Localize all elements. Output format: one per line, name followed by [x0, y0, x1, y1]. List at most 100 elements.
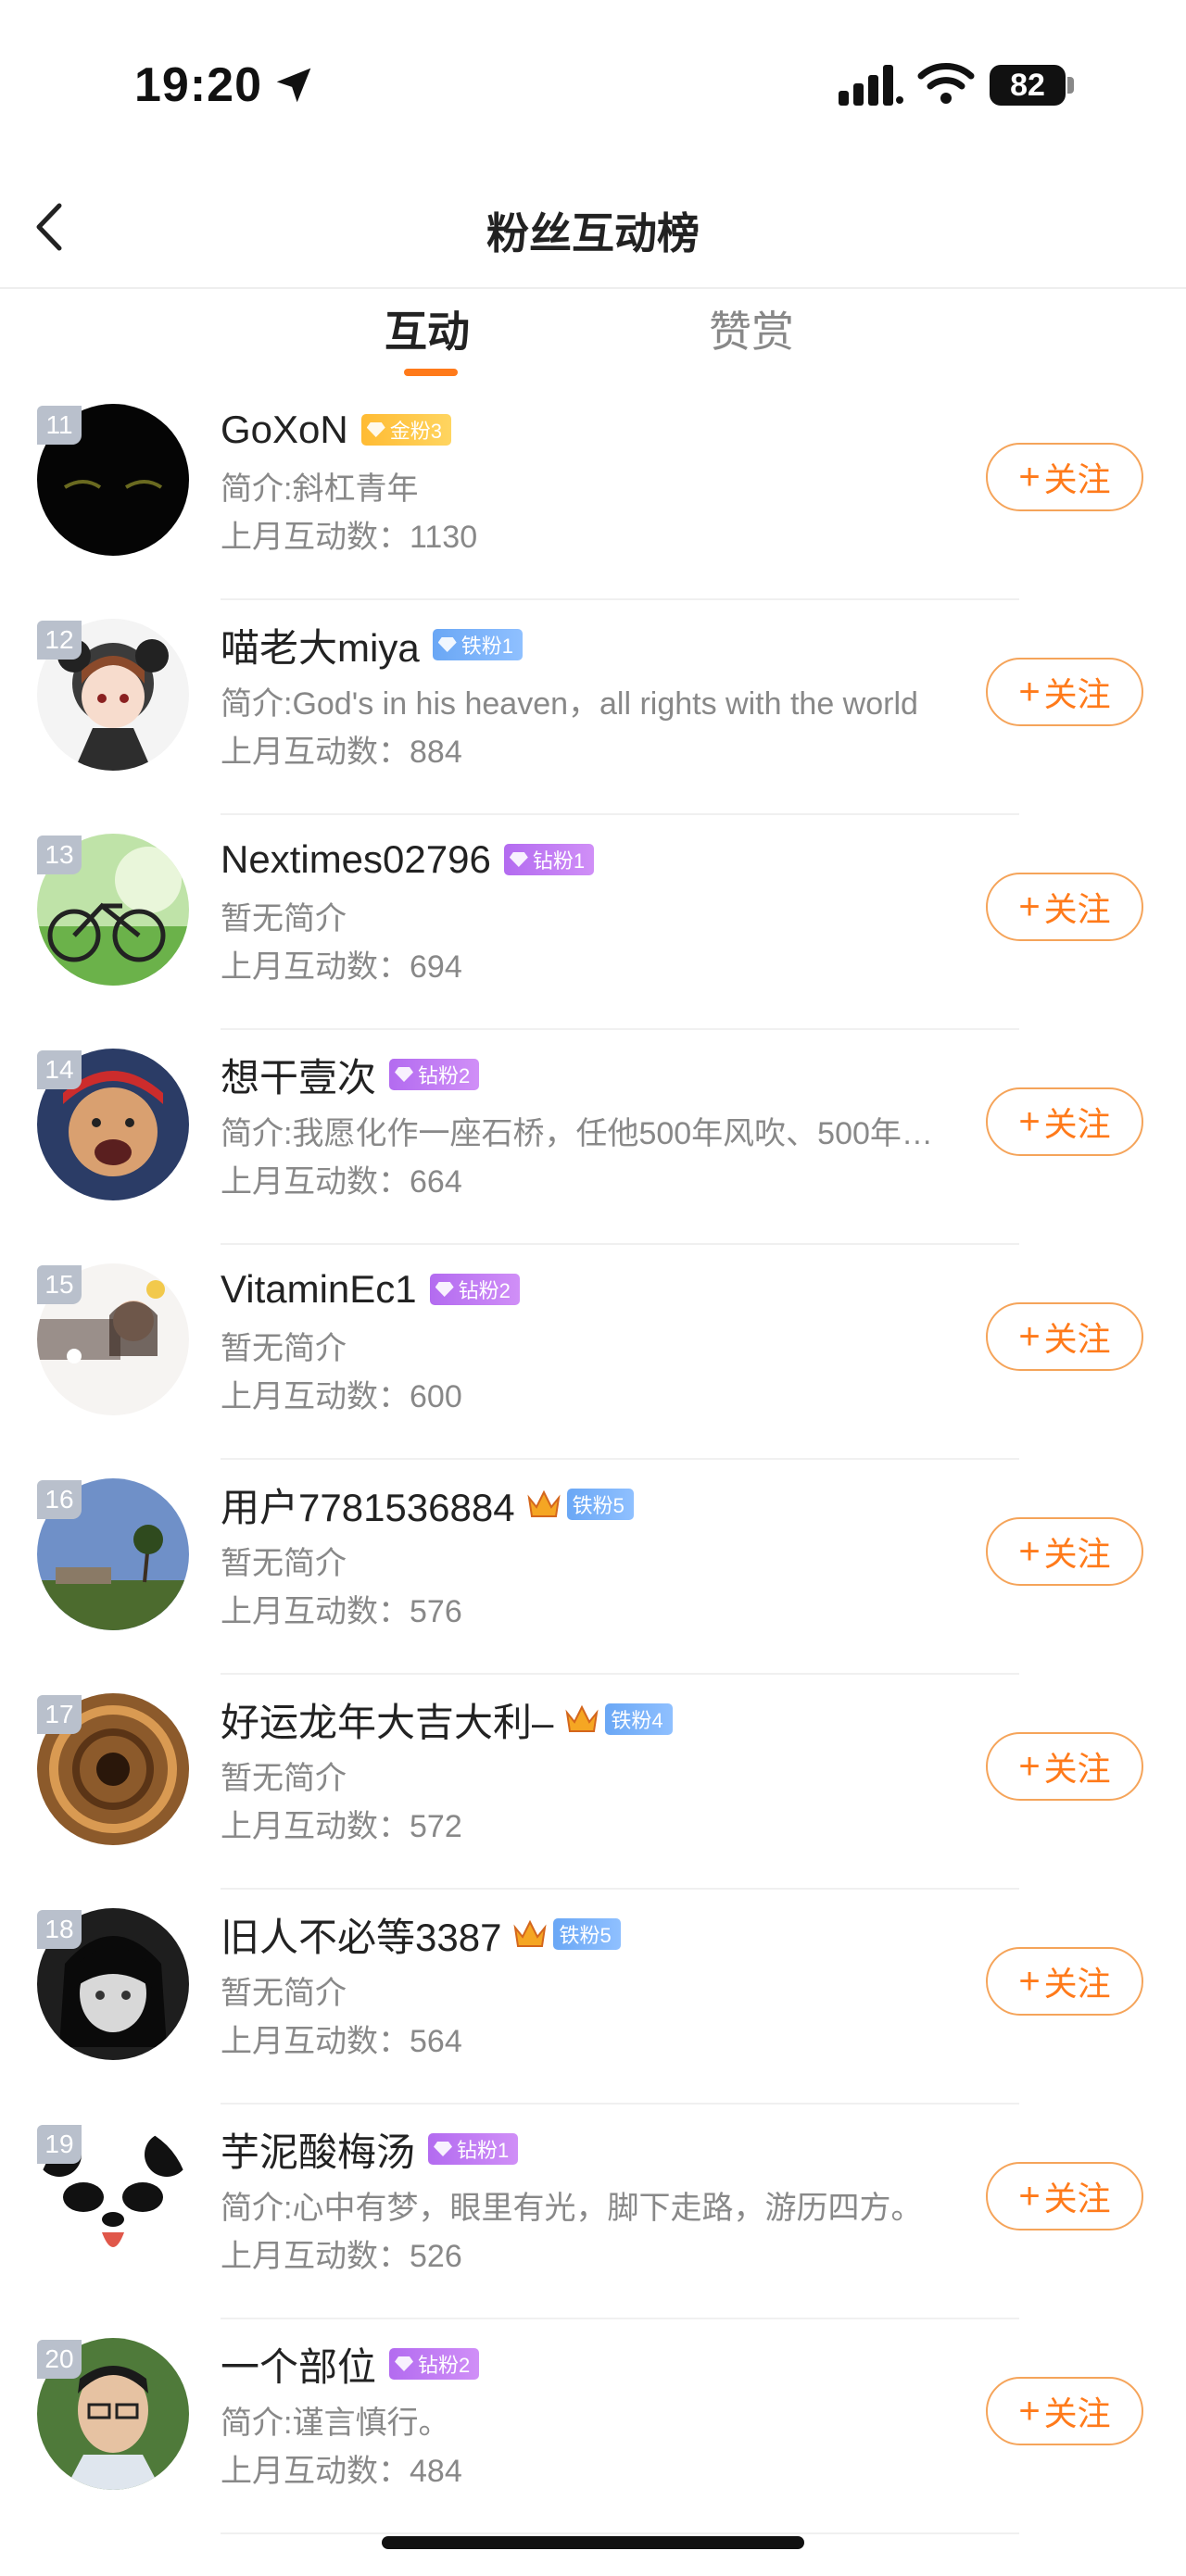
plus-icon: + — [1018, 672, 1041, 712]
follow-button[interactable]: + 关注 — [986, 443, 1143, 511]
follow-button[interactable]: + 关注 — [986, 1517, 1143, 1586]
cellular-signal-icon — [839, 65, 903, 106]
list-item[interactable]: 14 想干壹次 钻粉2 简介:我愿化作一座石桥，任他500年风吹、500年雨打 … — [0, 1030, 1186, 1245]
name-line: 用户7781536884 铁粉5 — [221, 1476, 634, 1532]
follow-label: 关注 — [1043, 2394, 1111, 2432]
gem-icon — [437, 637, 457, 652]
list-item[interactable]: 17 好运龙年大吉大利– 铁粉4 暂无简介 上月互动数：572 + 关注 — [0, 1675, 1186, 1890]
username[interactable]: 用户7781536884 — [221, 1476, 515, 1533]
interaction-count: 上月互动数：664 — [221, 1164, 462, 1200]
follow-button[interactable]: + 关注 — [986, 1732, 1143, 1801]
badge-label: 金粉3 — [389, 420, 442, 443]
tab-interaction[interactable]: 互动 — [385, 298, 470, 359]
list-item[interactable]: 15 VitaminEc1 钻粉2 暂无简介 上月互动数：600 + 关注 — [0, 1245, 1186, 1460]
name-line: GoXoN 金粉3 — [221, 402, 451, 458]
list-item[interactable]: 18 旧人不必等3387 铁粉5 暂无简介 上月互动数：564 + 关注 — [0, 1890, 1186, 2105]
user-intro: 暂无简介 — [221, 901, 347, 936]
badge-label: 铁粉1 — [461, 635, 513, 658]
crown-icon — [513, 1919, 547, 1947]
name-line: 喵老大miya 铁粉1 — [221, 617, 523, 672]
badge-label: 铁粉4 — [611, 1709, 663, 1732]
nav-bar: 粉丝互动榜 — [0, 167, 1186, 289]
battery-level: 82 — [990, 65, 1066, 106]
plus-icon: + — [1018, 1531, 1041, 1572]
badge-label: 钻粉2 — [418, 2354, 471, 2377]
follow-button[interactable]: + 关注 — [986, 873, 1143, 941]
username[interactable]: 一个部位 — [221, 2336, 376, 2393]
row-divider — [221, 2532, 1019, 2534]
diamond-icon — [395, 2356, 414, 2371]
rank-badge: 14 — [37, 1050, 82, 1089]
fan-level-badge: 钻粉1 — [428, 2133, 519, 2165]
fan-level-badge: 钻粉2 — [389, 2348, 480, 2380]
follow-label: 关注 — [1043, 1535, 1111, 1573]
tab-reward[interactable]: 赞赏 — [709, 298, 794, 359]
interaction-count: 上月互动数：694 — [221, 949, 462, 985]
tab-bar: 互动 赞赏 — [0, 289, 1186, 382]
badge-label: 钻粉2 — [458, 1279, 511, 1302]
follow-button[interactable]: + 关注 — [986, 658, 1143, 726]
user-intro: 暂无简介 — [221, 1331, 347, 1366]
follow-button[interactable]: + 关注 — [986, 2377, 1143, 2445]
follow-button[interactable]: + 关注 — [986, 2162, 1143, 2230]
diamond-icon — [434, 2142, 453, 2156]
home-indicator[interactable] — [382, 2536, 804, 2549]
fan-level-badge: 钻粉1 — [503, 844, 595, 875]
user-intro: 简介:我愿化作一座石桥，任他500年风吹、500年雨打 — [221, 1116, 953, 1151]
follow-label: 关注 — [1043, 1965, 1111, 2003]
fan-list: 11 GoXoN 金粉3 简介:斜杠青年 上月互动数：1130 + 关注 12 喵… — [0, 385, 1186, 2534]
rank-badge: 19 — [37, 2125, 82, 2164]
interaction-count: 上月互动数：526 — [221, 2239, 462, 2274]
fan-level-badge: 金粉3 — [360, 414, 451, 446]
list-item[interactable]: 19 芋泥酸梅汤 钻粉1 简介:心中有梦，眼里有光，脚下走路，游历四方。 上月互… — [0, 2105, 1186, 2319]
crown-icon — [527, 1489, 561, 1517]
interaction-count: 上月互动数：564 — [221, 2024, 462, 2059]
follow-button[interactable]: + 关注 — [986, 1302, 1143, 1371]
fan-level-badge: 钻粉2 — [389, 1059, 480, 1090]
username[interactable]: 芋泥酸梅汤 — [221, 2121, 415, 2178]
battery-nub — [1067, 77, 1074, 94]
user-intro: 暂无简介 — [221, 1546, 347, 1581]
username[interactable]: VitaminEc1 — [221, 1267, 417, 1312]
follow-label: 关注 — [1043, 1750, 1111, 1788]
name-line: 好运龙年大吉大利– 铁粉4 — [221, 1691, 673, 1747]
badge-label: 钻粉2 — [418, 1064, 471, 1087]
username[interactable]: 想干壹次 — [221, 1047, 376, 1103]
username[interactable]: 好运龙年大吉大利– — [221, 1691, 553, 1748]
status-time: 19:20 — [134, 58, 262, 112]
fan-level-badge: 铁粉1 — [432, 629, 523, 660]
fan-level-badge: 铁粉5 — [566, 1489, 634, 1520]
follow-label: 关注 — [1043, 1320, 1111, 1358]
rank-badge: 18 — [37, 1910, 82, 1949]
username[interactable]: GoXoN — [221, 408, 348, 452]
list-item[interactable]: 12 喵老大miya 铁粉1 简介:God's in his heaven，al… — [0, 600, 1186, 815]
username[interactable]: 旧人不必等3387 — [221, 1906, 501, 1963]
list-item[interactable]: 13 Nextimes02796 钻粉1 暂无简介 上月互动数：694 + 关注 — [0, 815, 1186, 1030]
name-line: 想干壹次 钻粉2 — [221, 1047, 480, 1103]
username[interactable]: 喵老大miya — [221, 617, 420, 673]
interaction-count: 上月互动数：484 — [221, 2454, 462, 2489]
follow-label: 关注 — [1043, 1105, 1111, 1143]
follow-button[interactable]: + 关注 — [986, 1087, 1143, 1156]
plus-icon: + — [1018, 1316, 1041, 1357]
interaction-count: 上月互动数：576 — [221, 1594, 462, 1629]
name-line: 芋泥酸梅汤 钻粉1 — [221, 2121, 519, 2178]
user-intro: 简介:心中有梦，眼里有光，脚下走路，游历四方。 — [221, 2191, 923, 2226]
name-line: 一个部位 钻粉2 — [221, 2336, 480, 2393]
follow-button[interactable]: + 关注 — [986, 1947, 1143, 2016]
tab-active-indicator — [404, 369, 458, 376]
wifi-icon — [917, 63, 975, 104]
list-item[interactable]: 20 一个部位 钻粉2 简介:谨言慎行。 上月互动数：484 + 关注 — [0, 2319, 1186, 2534]
list-item[interactable]: 11 GoXoN 金粉3 简介:斜杠青年 上月互动数：1130 + 关注 — [0, 385, 1186, 600]
plus-icon: + — [1018, 1961, 1041, 2002]
plus-icon: + — [1018, 2391, 1041, 2431]
follow-label: 关注 — [1043, 460, 1111, 498]
diamond-icon — [435, 1282, 454, 1297]
plus-icon: + — [1018, 1746, 1041, 1787]
plus-icon: + — [1018, 2176, 1041, 2217]
username[interactable]: Nextimes02796 — [221, 837, 491, 882]
badge-label: 铁粉5 — [572, 1494, 625, 1517]
diamond-icon — [395, 1067, 414, 1082]
location-arrow-icon — [276, 68, 311, 103]
list-item[interactable]: 16 用户7781536884 铁粉5 暂无简介 上月互动数：576 + 关注 — [0, 1460, 1186, 1675]
